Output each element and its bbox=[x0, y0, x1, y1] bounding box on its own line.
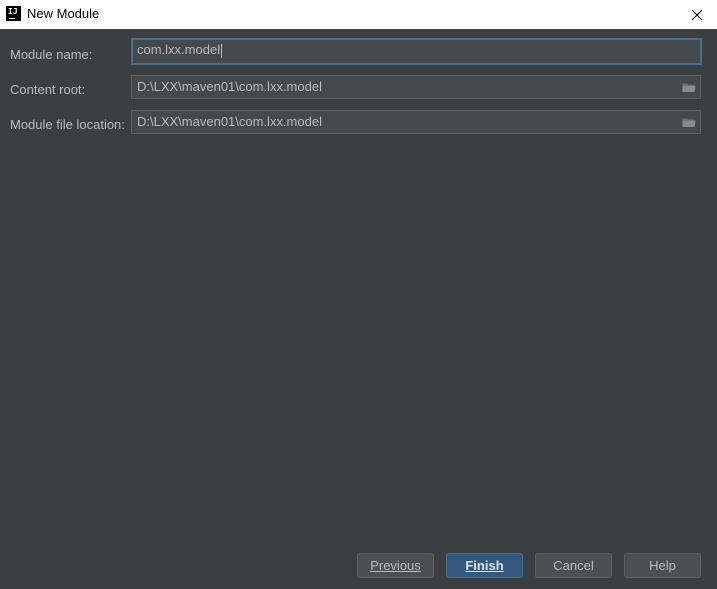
folder-icon[interactable] bbox=[682, 81, 696, 93]
text-caret bbox=[221, 43, 223, 58]
title-bar: IJ New Module bbox=[0, 0, 717, 29]
previous-button-label: Previous bbox=[370, 558, 421, 573]
module-file-location-value: D:\LXX\maven01\com.lxx.model bbox=[137, 114, 322, 129]
cancel-button[interactable]: Cancel bbox=[535, 553, 612, 578]
module-name-input[interactable]: com.lxx.model bbox=[131, 38, 702, 65]
previous-button[interactable]: Previous bbox=[357, 553, 434, 578]
module-file-location-field[interactable]: D:\LXX\maven01\com.lxx.model bbox=[131, 110, 701, 134]
finish-button-label: Finish bbox=[465, 558, 504, 573]
help-button[interactable]: Help bbox=[624, 553, 701, 578]
logo-text: IJ bbox=[8, 7, 18, 16]
content-root-field[interactable]: D:\LXX\maven01\com.lxx.model bbox=[131, 75, 701, 99]
module-name-value: com.lxx.model bbox=[137, 42, 221, 57]
content-root-value: D:\LXX\maven01\com.lxx.model bbox=[137, 79, 322, 94]
close-icon bbox=[691, 9, 703, 20]
module-name-label: Module name: bbox=[10, 47, 93, 62]
finish-button[interactable]: Finish bbox=[446, 553, 523, 578]
folder-icon[interactable] bbox=[682, 116, 696, 128]
module-file-location-label: Module file location: bbox=[10, 117, 125, 132]
window-title: New Module bbox=[27, 6, 100, 21]
content-root-label: Content root: bbox=[10, 82, 86, 97]
help-button-label: Help bbox=[649, 558, 676, 573]
cancel-button-label: Cancel bbox=[553, 558, 594, 573]
intellij-logo-icon: IJ bbox=[6, 6, 21, 21]
dialog-content: Module name: com.lxx.model Content root:… bbox=[0, 29, 717, 589]
close-button[interactable] bbox=[677, 0, 717, 29]
